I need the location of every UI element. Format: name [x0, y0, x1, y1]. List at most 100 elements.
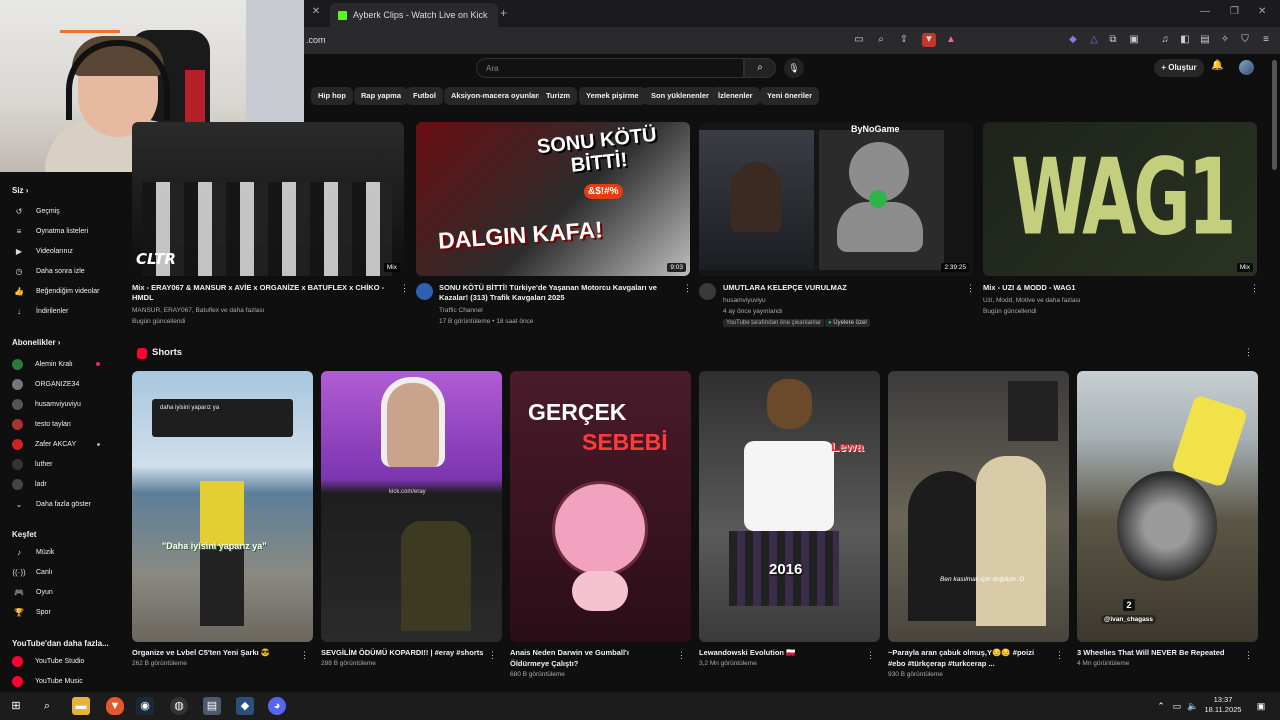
video-channel[interactable]: Traffic Channel: [439, 306, 483, 316]
video-thumbnail[interactable]: ByNoGame 2:39:25: [699, 122, 973, 276]
share-icon[interactable]: ⇪: [897, 33, 911, 47]
bell-icon[interactable]: 🔔: [1211, 60, 1223, 71]
short-title[interactable]: Anais Neden Darwin ve Gumball'ı Öldürmey…: [510, 647, 670, 669]
search-icon[interactable]: ⌕: [744, 58, 776, 78]
short-thumbnail[interactable]: Ben kasılmak için doğdum :D: [888, 371, 1069, 642]
windows-start-icon[interactable]: ⊞: [7, 697, 25, 715]
short-thumbnail[interactable]: 2 @ivan_chagass: [1077, 371, 1258, 642]
cast-icon[interactable]: ▭: [852, 33, 866, 47]
app-icon[interactable]: ▤: [203, 697, 221, 715]
video-title[interactable]: SONU KÖTÜ BİTTİ! Türkiye'de Yaşanan Moto…: [439, 283, 674, 303]
sidebar-item-sports[interactable]: 🏆 Spor: [12, 605, 122, 619]
sidebar-subscriptions-heading[interactable]: Abonelikler ›: [12, 338, 60, 347]
search-input[interactable]: Ara: [476, 58, 744, 78]
sidebar-item-watch-later[interactable]: ◷ Daha sonra izle: [12, 264, 122, 278]
rewards-icon[interactable]: ▲: [944, 33, 958, 47]
video-title[interactable]: UMUTLARA KELEPÇE VURULMAZ: [723, 283, 953, 293]
short-title[interactable]: SEVGİLİM ÖDÜMÜ KOPARDI!! | #eray #shorts: [321, 647, 486, 658]
sidebar-item-your-videos[interactable]: ▶ Videolarınız: [12, 244, 122, 258]
more-options-icon[interactable]: ⋮: [400, 283, 409, 294]
chip-filter[interactable]: Turizm: [539, 87, 578, 105]
close-tab-icon[interactable]: ✕: [308, 6, 324, 20]
sidebar-item-subscription[interactable]: luther: [12, 457, 122, 471]
video-channel[interactable]: MANSUR, ERAY067, Batuflex ve daha fazlas…: [132, 306, 264, 316]
more-options-icon[interactable]: ⋮: [683, 283, 692, 294]
video-thumbnail[interactable]: WAG1 Mix: [983, 122, 1257, 276]
minimize-icon[interactable]: —: [1200, 6, 1210, 17]
channel-avatar[interactable]: [416, 283, 433, 300]
extensions-icon[interactable]: ⧉: [1106, 33, 1120, 47]
short-thumbnail[interactable]: kick.com/eray: [321, 371, 502, 642]
screenshot-icon[interactable]: ▣: [1127, 33, 1141, 47]
avatar[interactable]: [1239, 60, 1254, 75]
mic-icon[interactable]: 🎙: [784, 58, 804, 78]
short-thumbnail[interactable]: Lewa 2016: [699, 371, 880, 642]
obs-icon[interactable]: ◍: [170, 697, 188, 715]
short-title[interactable]: Organize ve Lvbel C5'ten Yeni Şarkı 😎: [132, 647, 297, 658]
create-button[interactable]: + Oluştur: [1154, 59, 1204, 77]
sidebar-item-downloads[interactable]: ↓ İndirilenler: [12, 304, 122, 318]
more-options-icon[interactable]: ⋮: [677, 650, 686, 661]
more-options-icon[interactable]: ⋮: [1055, 650, 1064, 661]
url-field[interactable]: .com: [306, 35, 326, 45]
chip-filter[interactable]: Aksiyon-macera oyunları: [444, 87, 548, 105]
brave-browser-icon[interactable]: ▼: [106, 697, 124, 715]
more-options-icon[interactable]: ⋮: [488, 650, 497, 661]
sidebar-item-music[interactable]: ♪ Müzik: [12, 545, 122, 559]
brave-shield-icon[interactable]: ▼: [922, 33, 936, 47]
app-icon[interactable]: ◆: [236, 697, 254, 715]
short-thumbnail[interactable]: daha iyisini yaparız ya "Daha iyisini ya…: [132, 371, 313, 642]
leo-icon[interactable]: ✧: [1218, 33, 1232, 47]
steam-icon[interactable]: ◉: [136, 697, 154, 715]
chip-filter[interactable]: Son yüklenenler: [644, 87, 716, 105]
sidebar-item-liked[interactable]: 👍 Beğendiğim videolar: [12, 284, 122, 298]
chip-filter[interactable]: Yemek pişirme: [579, 87, 646, 105]
sidebar-item-playlists[interactable]: ≡ Oynatma listeleri: [12, 224, 122, 238]
sidebar-item-show-more[interactable]: ⌄ Daha fazla göster: [12, 497, 122, 511]
sidebar-item-subscription[interactable]: ladr: [12, 477, 122, 491]
chip-filter[interactable]: Yeni öneriler: [760, 87, 820, 105]
search-icon[interactable]: ⌕: [38, 697, 56, 715]
sidebar-item-subscription[interactable]: testo taylan: [12, 417, 122, 431]
zoom-icon[interactable]: ⌕: [874, 33, 888, 47]
sidebar-toggle-icon[interactable]: ◧: [1178, 33, 1192, 47]
extension-icon[interactable]: △: [1087, 33, 1101, 47]
new-tab-icon[interactable]: +: [500, 6, 507, 20]
close-window-icon[interactable]: ✕: [1258, 6, 1266, 17]
scrollbar[interactable]: [1272, 60, 1277, 170]
vpn-icon[interactable]: ⛉: [1238, 33, 1252, 47]
chip-filter[interactable]: Futbol: [406, 87, 443, 105]
file-explorer-icon[interactable]: ▬: [72, 697, 90, 715]
more-options-icon[interactable]: ⋮: [1244, 650, 1253, 661]
discord-icon[interactable]: ◕: [268, 697, 286, 715]
music-icon[interactable]: ♫: [1158, 33, 1172, 47]
restore-icon[interactable]: ❐: [1230, 6, 1239, 17]
video-channel[interactable]: Uzi, Modd, Motive ve daha fazlası: [983, 296, 1081, 306]
chip-filter[interactable]: Rap yapma: [354, 87, 409, 105]
more-options-icon[interactable]: ⋮: [1250, 283, 1259, 294]
video-title[interactable]: Mix - UZI & MODD - WAG1: [983, 283, 1223, 293]
short-thumbnail[interactable]: GERÇEK SEBEBİ: [510, 371, 691, 642]
sidebar-you-heading[interactable]: Siz ›: [12, 186, 28, 195]
more-options-icon[interactable]: ⋮: [966, 283, 975, 294]
sidebar-item-music-app[interactable]: YouTube Music: [12, 674, 122, 688]
sidebar-item-subscription[interactable]: Zafer AKCAY: [12, 437, 122, 451]
sidebar-item-live[interactable]: ((·)) Canlı: [12, 565, 122, 579]
short-title[interactable]: Lewandowski Evolution 🇵🇱: [699, 647, 864, 658]
notifications-icon[interactable]: ▣: [1252, 697, 1270, 715]
sidebar-item-history[interactable]: ↺ Geçmiş: [12, 204, 122, 218]
menu-icon[interactable]: ≡: [1259, 33, 1273, 47]
sidebar-item-subscription[interactable]: Alemin Kralı: [12, 357, 122, 371]
sidebar-item-subscription[interactable]: husamviyuviyu: [12, 397, 122, 411]
video-thumbnail[interactable]: SONU KÖTÜ BİTTİ! &$!#% DALGIN KAFA! 9:03: [416, 122, 690, 276]
browser-tab[interactable]: Ayberk Clips - Watch Live on Kick: [330, 3, 498, 27]
wallet-icon[interactable]: ▤: [1198, 33, 1212, 47]
more-options-icon[interactable]: ⋮: [1244, 347, 1253, 358]
channel-avatar[interactable]: [699, 283, 716, 300]
more-options-icon[interactable]: ⋮: [866, 650, 875, 661]
video-title[interactable]: Mix - ERAY067 & MANSUR x AVİE x ORGANİZE…: [132, 283, 390, 303]
sidebar-item-subscription[interactable]: ORGANIZE34: [12, 377, 122, 391]
short-title[interactable]: ~Parayla aran çabuk olmuş,Y😔😔 #poizi #eb…: [888, 647, 1053, 669]
sidebar-item-gaming[interactable]: 🎮 Oyun: [12, 585, 122, 599]
chip-filter[interactable]: Hip hop: [311, 87, 353, 105]
